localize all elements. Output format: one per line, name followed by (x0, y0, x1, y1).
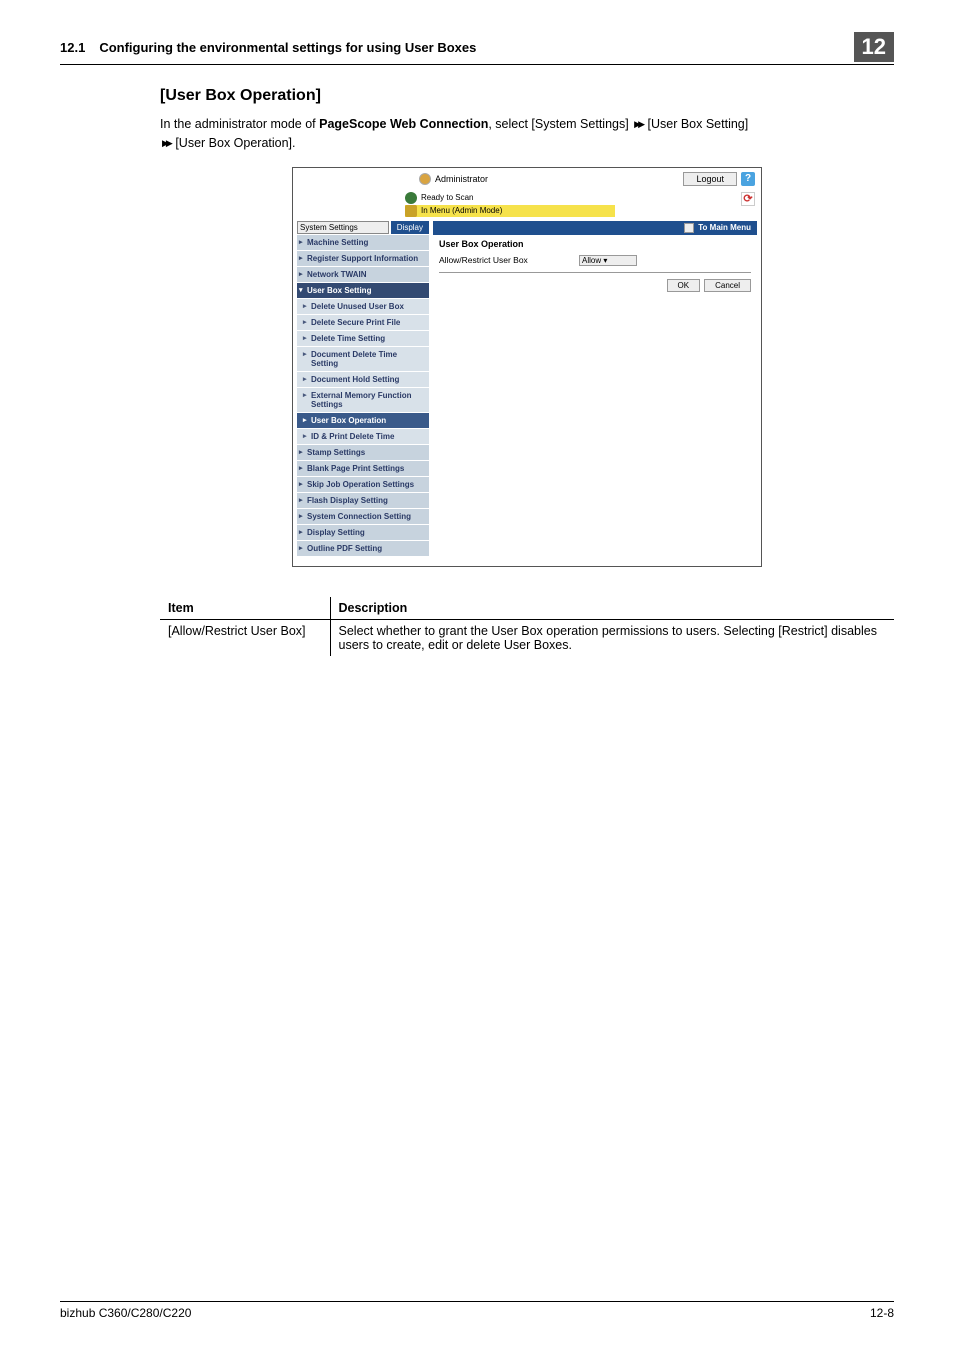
header-section-number: 12.1 (60, 40, 85, 55)
status-ready-text: Ready to Scan (421, 193, 473, 202)
sidebar-sub-doc-delete-time[interactable]: Document Delete Time Setting (297, 346, 429, 371)
intro-text-3: [User Box Setting] (644, 117, 748, 131)
divider (439, 272, 751, 273)
status-ready: Ready to Scan (405, 192, 615, 204)
to-main-menu[interactable]: To Main Menu (698, 223, 751, 232)
display-button[interactable]: Display (391, 221, 429, 234)
user-indicator: Administrator (419, 173, 683, 185)
status-mode: In Menu (Admin Mode) (405, 205, 615, 217)
intro-bold-product: PageScope Web Connection (319, 117, 488, 131)
user-label: Administrator (435, 174, 488, 184)
user-icon (419, 173, 431, 185)
sidebar-item-user-box-setting[interactable]: User Box Setting (297, 282, 429, 298)
sidebar-item-flash-display[interactable]: Flash Display Setting (297, 492, 429, 508)
table-cell-item: [Allow/Restrict User Box] (160, 619, 330, 656)
help-icon[interactable]: ? (741, 172, 755, 186)
refresh-icon[interactable]: ⟳ (741, 192, 755, 206)
to-main-menu-icon[interactable] (684, 223, 694, 233)
status-mode-text: In Menu (Admin Mode) (421, 206, 502, 215)
screenshot-panel: Administrator Logout ? Ready to Scan In … (292, 167, 762, 567)
table-header-description: Description (330, 597, 894, 620)
form-label-allow-restrict: Allow/Restrict User Box (439, 255, 579, 265)
sidebar-sub-delete-time[interactable]: Delete Time Setting (297, 330, 429, 346)
ok-button[interactable]: OK (667, 279, 701, 292)
table-cell-description: Select whether to grant the User Box ope… (330, 619, 894, 656)
table-header-item: Item (160, 597, 330, 620)
form-row-allow-restrict: Allow/Restrict User Box Allow ▾ (439, 253, 751, 268)
sidebar: System Settings Display Machine Setting … (297, 221, 429, 556)
header-chapter-number: 12 (854, 32, 894, 62)
section-heading: [User Box Operation] (160, 87, 894, 105)
sidebar-item-outline-pdf[interactable]: Outline PDF Setting (297, 540, 429, 556)
sidebar-item-system-connection[interactable]: System Connection Setting (297, 508, 429, 524)
sidebar-sub-doc-hold[interactable]: Document Hold Setting (297, 371, 429, 387)
sidebar-sub-id-print-delete[interactable]: ID & Print Delete Time (297, 428, 429, 444)
sidebar-sub-delete-unused[interactable]: Delete Unused User Box (297, 298, 429, 314)
arrow-icon: ▶▶ (634, 115, 642, 134)
allow-restrict-select[interactable]: Allow ▾ (579, 255, 637, 266)
intro-text-4: [User Box Operation]. (172, 136, 296, 150)
sidebar-item-skip-job[interactable]: Skip Job Operation Settings (297, 476, 429, 492)
sidebar-item-register-support[interactable]: Register Support Information (297, 250, 429, 266)
footer-page: 12-8 (870, 1306, 894, 1320)
main-content-title: User Box Operation (439, 239, 751, 249)
intro-text-2: , select [System Settings] (488, 117, 632, 131)
status-mode-icon (405, 205, 417, 217)
sidebar-item-network-twain[interactable]: Network TWAIN (297, 266, 429, 282)
page-header: 12.1 Configuring the environmental setti… (60, 32, 894, 65)
cancel-button[interactable]: Cancel (704, 279, 751, 292)
sidebar-sub-user-box-operation[interactable]: User Box Operation (297, 412, 429, 428)
sidebar-sub-delete-secure[interactable]: Delete Secure Print File (297, 314, 429, 330)
arrow-icon: ▶▶ (162, 134, 170, 153)
status-ready-icon (405, 192, 417, 204)
intro-text-1: In the administrator mode of (160, 117, 319, 131)
main-top-bar: To Main Menu (433, 221, 757, 235)
sidebar-item-stamp[interactable]: Stamp Settings (297, 444, 429, 460)
intro-paragraph: In the administrator mode of PageScope W… (160, 115, 894, 153)
footer-model: bizhub C360/C280/C220 (60, 1306, 191, 1320)
sidebar-item-machine-setting[interactable]: Machine Setting (297, 234, 429, 250)
category-select[interactable]: System Settings (297, 221, 389, 234)
sidebar-sub-external-memory[interactable]: External Memory Function Settings (297, 387, 429, 412)
sidebar-item-display-setting[interactable]: Display Setting (297, 524, 429, 540)
description-table: Item Description [Allow/Restrict User Bo… (160, 597, 894, 656)
page-footer: bizhub C360/C280/C220 12-8 (60, 1301, 894, 1320)
logout-button[interactable]: Logout (683, 172, 737, 186)
sidebar-item-blank-page[interactable]: Blank Page Print Settings (297, 460, 429, 476)
table-row: [Allow/Restrict User Box] Select whether… (160, 619, 894, 656)
header-section-title: Configuring the environmental settings f… (99, 40, 853, 55)
